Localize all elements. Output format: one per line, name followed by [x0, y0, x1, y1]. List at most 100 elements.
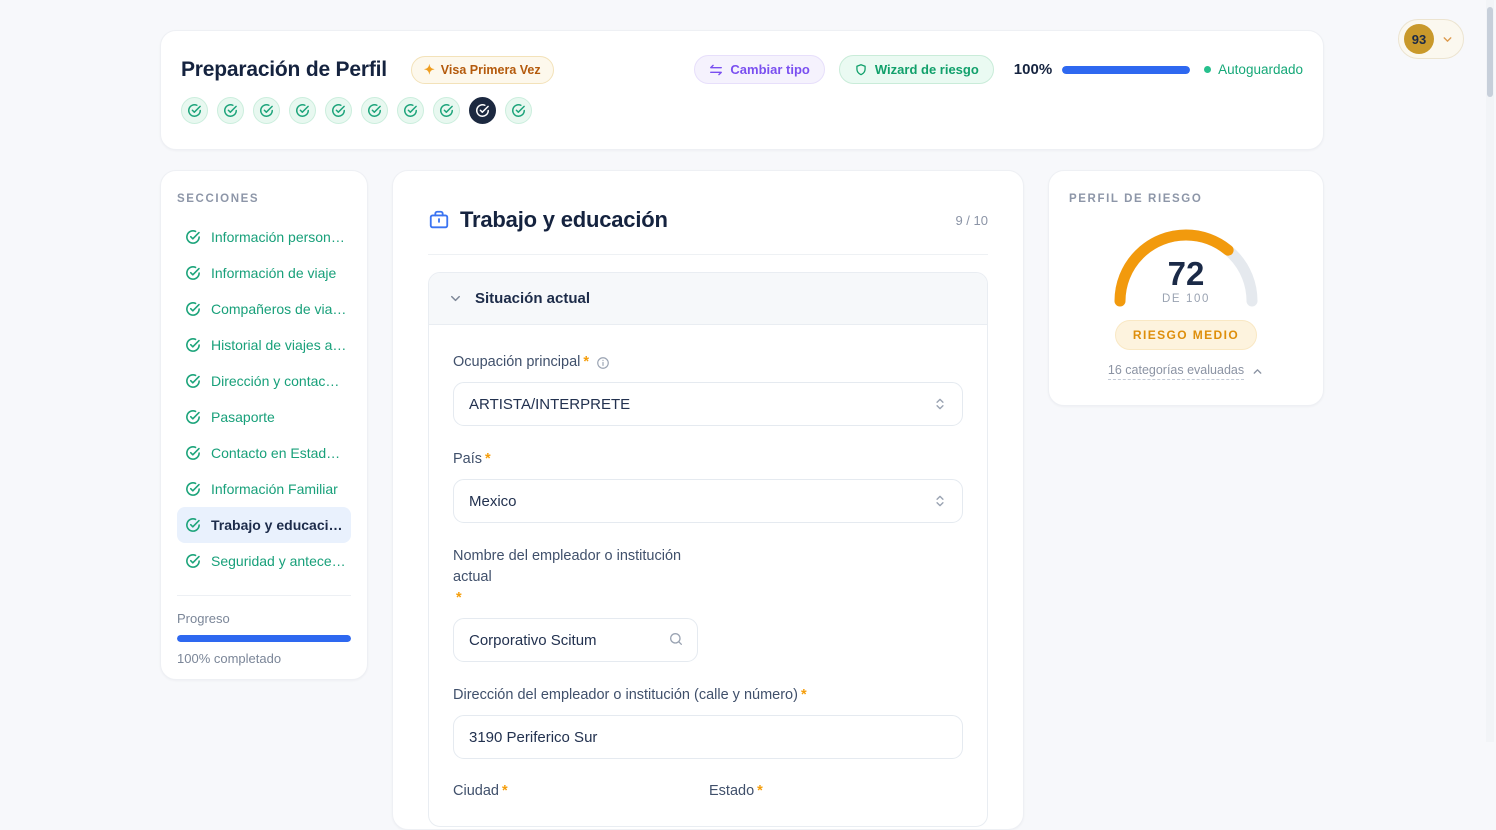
info-icon[interactable] [596, 356, 610, 370]
risk-categories-toggle[interactable]: 16 categorías evaluadas [1069, 363, 1303, 380]
step-1-done[interactable] [181, 97, 208, 124]
sidebar-item-7[interactable]: Contacto en Estad… [177, 435, 351, 471]
check-circle-icon [511, 103, 526, 118]
sidebar-item-label: Historial de viajes a… [211, 337, 346, 353]
sidebar-item-5[interactable]: Dirección y contac… [177, 363, 351, 399]
chevron-down-icon [1441, 33, 1454, 46]
step-9-active[interactable] [469, 97, 496, 124]
check-circle-icon [185, 553, 201, 569]
sidebar-item-9[interactable]: Trabajo y educaci… [177, 507, 351, 543]
app-background: { "ui": { "required_mark": "*" }, "color… [0, 0, 1496, 742]
required-mark: * [801, 685, 807, 706]
sidebar-item-4[interactable]: Historial de viajes a… [177, 327, 351, 363]
header-row: Preparación de Perfil ✦ Visa Primera Vez… [161, 31, 1323, 84]
sidebar-item-label: Pasaporte [211, 409, 275, 425]
sections-sidebar: SECCIONES Información person… Informació… [160, 170, 368, 680]
sidebar-heading: SECCIONES [177, 193, 351, 205]
risk-categories-label: 16 categorías evaluadas [1108, 363, 1244, 380]
country-select[interactable]: Mexico [453, 479, 963, 523]
sidebar-item-label: Información de viaje [211, 265, 336, 281]
select-chevrons-icon [933, 397, 947, 411]
visa-type-badge[interactable]: ✦ Visa Primera Vez [411, 56, 554, 84]
chevron-up-icon [1251, 365, 1264, 378]
country-label: País* [453, 449, 963, 470]
risk-wizard-button[interactable]: Wizard de riesgo [839, 55, 994, 84]
risk-level-badge: RIESGO MEDIO [1115, 320, 1257, 350]
section-steps-row [161, 84, 1323, 124]
step-5-done[interactable] [325, 97, 352, 124]
city-field: Ciudad* [453, 781, 693, 802]
required-mark: * [456, 588, 462, 609]
sidebar-progress-bar [177, 635, 351, 642]
check-circle-icon [259, 103, 274, 118]
scrollbar-track [1486, 0, 1494, 742]
sidebar-item-6[interactable]: Pasaporte [177, 399, 351, 435]
search-icon [668, 631, 684, 652]
check-circle-icon [367, 103, 382, 118]
step-6-done[interactable] [361, 97, 388, 124]
check-circle-icon [185, 265, 201, 281]
step-10-done[interactable] [505, 97, 532, 124]
header-progress-percent: 100% [1014, 61, 1052, 78]
step-2-done[interactable] [217, 97, 244, 124]
scrollbar-thumb[interactable] [1487, 7, 1493, 97]
sidebar-item-1[interactable]: Información person… [177, 219, 351, 255]
sidebar-item-label: Dirección y contac… [211, 373, 339, 389]
city-label: Ciudad* [453, 781, 693, 802]
select-chevrons-icon [933, 494, 947, 508]
score-dropdown[interactable]: 93 [1398, 19, 1464, 59]
step-4-done[interactable] [289, 97, 316, 124]
sidebar-item-label: Seguridad y antece… [211, 553, 346, 569]
sidebar-item-label: Contacto en Estad… [211, 445, 340, 461]
check-circle-icon [185, 301, 201, 317]
sidebar-item-label: Compañeros de via… [211, 301, 346, 317]
sidebar-item-8[interactable]: Información Familiar [177, 471, 351, 507]
change-type-button[interactable]: Cambiar tipo [694, 55, 824, 84]
occupation-select[interactable]: ARTISTA/INTERPRETE [453, 382, 963, 426]
sidebar-item-2[interactable]: Información de viaje [177, 255, 351, 291]
check-circle-icon [439, 103, 454, 118]
country-value: Mexico [469, 493, 933, 510]
section-collapse-header[interactable]: Situación actual [429, 273, 987, 325]
country-field: País* Mexico [453, 449, 963, 523]
risk-wizard-label: Wizard de riesgo [875, 62, 979, 77]
risk-scale: DE 100 [1108, 293, 1264, 305]
risk-panel-heading: PERFIL DE RIESGO [1069, 193, 1303, 205]
section-body: Ocupación principal* ARTISTA/INTERPRETE [429, 325, 987, 826]
divider [428, 254, 988, 255]
check-circle-icon [185, 409, 201, 425]
required-mark: * [485, 449, 491, 470]
briefcase-icon [428, 209, 450, 231]
state-field: Estado* [709, 781, 949, 802]
employer-search-wrap [453, 618, 698, 662]
sidebar-item-label: Información Familiar [211, 481, 338, 497]
completion-counter: 9 / 10 [955, 213, 988, 228]
profile-header-card: Preparación de Perfil ✦ Visa Primera Vez… [160, 30, 1324, 150]
current-situation-section: Situación actual Ocupación principal* AR… [428, 272, 988, 827]
sidebar-progress-fill [177, 635, 351, 642]
check-circle-icon [475, 103, 490, 118]
employer-search-input[interactable] [453, 618, 698, 662]
step-8-done[interactable] [433, 97, 460, 124]
check-circle-icon [403, 103, 418, 118]
check-circle-icon [185, 445, 201, 461]
check-circle-icon [185, 481, 201, 497]
section-page-title: Trabajo y educación [460, 207, 668, 233]
step-3-done[interactable] [253, 97, 280, 124]
address-input[interactable] [453, 715, 963, 759]
change-type-label: Cambiar tipo [730, 62, 809, 77]
autosave-status: Autoguardado [1204, 62, 1303, 77]
sidebar-item-10[interactable]: Seguridad y antece… [177, 543, 351, 579]
visa-type-label: Visa Primera Vez [441, 63, 541, 77]
check-circle-icon [185, 229, 201, 245]
occupation-field: Ocupación principal* ARTISTA/INTERPRETE [453, 352, 963, 426]
shield-icon [854, 63, 868, 77]
swap-arrows-icon [709, 63, 723, 77]
sidebar-progress-caption: 100% completado [177, 651, 351, 666]
step-7-done[interactable] [397, 97, 424, 124]
header-progress-fill [1062, 66, 1190, 74]
sidebar-item-3[interactable]: Compañeros de via… [177, 291, 351, 327]
page-title: Preparación de Perfil [181, 58, 387, 82]
address-label: Dirección del empleador o institución (c… [453, 685, 963, 706]
check-circle-icon [185, 373, 201, 389]
